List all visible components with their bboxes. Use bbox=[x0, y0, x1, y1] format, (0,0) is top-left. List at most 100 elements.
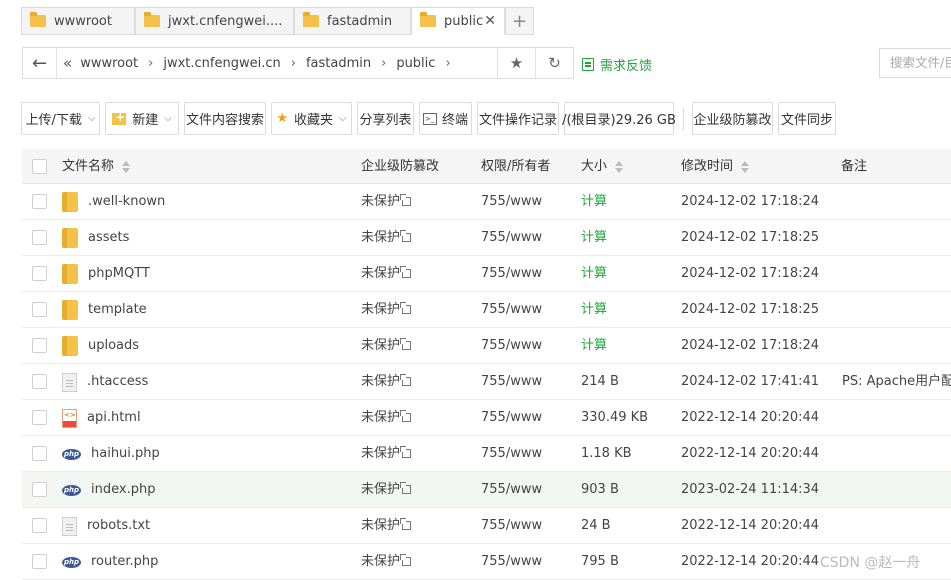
feedback-link[interactable]: 需求反馈 bbox=[582, 55, 652, 74]
tamper-status[interactable]: 未保护 bbox=[361, 328, 412, 364]
upload-download-button[interactable]: 上传/下载 ⌵ bbox=[21, 102, 100, 135]
share-list-button[interactable]: 分享列表 bbox=[357, 102, 414, 135]
tab-fastadmin[interactable]: fastadmin bbox=[294, 7, 411, 35]
tamper-status[interactable]: 未保护 bbox=[361, 256, 412, 292]
select-all-checkbox[interactable] bbox=[32, 159, 47, 174]
file-name[interactable]: .htaccess bbox=[87, 364, 148, 400]
tamper-status[interactable]: 未保护 bbox=[361, 544, 412, 580]
file-name-cell[interactable]: php router.php bbox=[62, 544, 158, 580]
table-row[interactable]: php index.php 未保护 755/www 903 B 2023-02-24 11… bbox=[22, 472, 951, 508]
file-name-cell[interactable]: uploads bbox=[62, 328, 139, 364]
terminal-button[interactable]: >_ 终端 bbox=[419, 102, 472, 135]
favorite-button[interactable]: ★ bbox=[497, 48, 535, 78]
table-row[interactable]: .well-known 未保护 755/www 计算 2024-12-02 17:18:… bbox=[22, 184, 951, 220]
tamper-status[interactable]: 未保护 bbox=[361, 508, 412, 544]
calculate-size-link[interactable]: 计算 bbox=[581, 292, 607, 328]
permission[interactable]: 755/www bbox=[481, 292, 542, 328]
file-name[interactable]: index.php bbox=[91, 472, 155, 508]
table-row[interactable]: api.html 未保护 755/www 330.49 KB 2022-12-14 20… bbox=[22, 400, 951, 436]
permission[interactable]: 755/www bbox=[481, 220, 542, 256]
row-checkbox[interactable] bbox=[32, 446, 47, 461]
file-name-cell[interactable]: assets bbox=[62, 220, 129, 256]
file-name-cell[interactable]: .well-known bbox=[62, 184, 165, 220]
operation-log-button[interactable]: 文件操作记录 bbox=[477, 102, 559, 135]
file-name-cell[interactable]: php haihui.php bbox=[62, 436, 160, 472]
file-name[interactable]: robots.txt bbox=[87, 508, 150, 544]
header-name[interactable]: 文件名称 bbox=[62, 149, 131, 184]
file-name[interactable]: assets bbox=[88, 220, 129, 256]
table-row[interactable]: uploads 未保护 755/www 计算 2024-12-02 17:18:24 bbox=[22, 328, 951, 364]
tamper-status[interactable]: 未保护 bbox=[361, 472, 412, 508]
tamper-button[interactable]: 企业级防篡改 bbox=[692, 102, 773, 135]
permission[interactable]: 755/www bbox=[481, 436, 542, 472]
tamper-status[interactable]: 未保护 bbox=[361, 436, 412, 472]
row-checkbox[interactable] bbox=[32, 518, 47, 533]
breadcrumb-item[interactable]: wwwroot bbox=[80, 56, 138, 71]
header-mtime[interactable]: 修改时间 bbox=[681, 149, 750, 184]
file-name-cell[interactable]: phpMQTT bbox=[62, 256, 150, 292]
table-row[interactable]: .htaccess 未保护 755/www 214 B 2024-12-02 17:41… bbox=[22, 364, 951, 400]
permission[interactable]: 755/www bbox=[481, 544, 542, 580]
table-row[interactable]: phpMQTT 未保护 755/www 计算 2024-12-02 17:18:24 bbox=[22, 256, 951, 292]
search-input[interactable]: 搜索文件/目录 bbox=[879, 48, 951, 78]
calculate-size-link[interactable]: 计算 bbox=[581, 220, 607, 256]
file-name[interactable]: router.php bbox=[91, 544, 158, 580]
tamper-status[interactable]: 未保护 bbox=[361, 292, 412, 328]
breadcrumb-item[interactable]: public bbox=[396, 56, 435, 71]
row-checkbox[interactable] bbox=[32, 338, 47, 353]
row-checkbox[interactable] bbox=[32, 482, 47, 497]
row-checkbox[interactable] bbox=[32, 374, 47, 389]
table-row[interactable]: robots.txt 未保护 755/www 24 B 2022-12-14 20:20… bbox=[22, 508, 951, 544]
permission[interactable]: 755/www bbox=[481, 400, 542, 436]
table-row[interactable]: php haihui.php 未保护 755/www 1.18 KB 2022-12-14… bbox=[22, 436, 951, 472]
file-name-cell[interactable]: api.html bbox=[62, 400, 141, 436]
row-checkbox[interactable] bbox=[32, 410, 47, 425]
tab-jwxt[interactable]: jwxt.cnfengwei.... bbox=[135, 7, 294, 35]
row-checkbox[interactable] bbox=[32, 302, 47, 317]
double-chevron-left-icon[interactable]: « bbox=[63, 54, 72, 72]
file-name-cell[interactable]: .htaccess bbox=[62, 364, 148, 400]
tab-public[interactable]: public ✕ bbox=[411, 7, 505, 35]
table-row[interactable]: template 未保护 755/www 计算 2024-12-02 17:18:25 bbox=[22, 292, 951, 328]
add-tab-button[interactable]: + bbox=[505, 7, 534, 35]
calculate-size-link[interactable]: 计算 bbox=[581, 328, 607, 364]
file-name-cell[interactable]: robots.txt bbox=[62, 508, 150, 544]
row-checkbox[interactable] bbox=[32, 194, 47, 209]
file-name[interactable]: .well-known bbox=[88, 184, 165, 220]
close-icon[interactable]: ✕ bbox=[484, 13, 496, 29]
header-size[interactable]: 大小 bbox=[581, 149, 624, 184]
new-button[interactable]: 新建 ⌵ bbox=[105, 102, 179, 135]
refresh-button[interactable]: ↻ bbox=[535, 48, 573, 78]
file-sync-button[interactable]: 文件同步 bbox=[778, 102, 836, 135]
table-row[interactable]: assets 未保护 755/www 计算 2024-12-02 17:18:25 bbox=[22, 220, 951, 256]
tab-wwwroot[interactable]: wwwroot bbox=[21, 7, 135, 35]
table-row[interactable]: php router.php 未保护 755/www 795 B 2022-12-14 2… bbox=[22, 544, 951, 580]
favorites-button[interactable]: ★ 收藏夹 ⌵ bbox=[271, 102, 352, 135]
permission[interactable]: 755/www bbox=[481, 472, 542, 508]
calculate-size-link[interactable]: 计算 bbox=[581, 256, 607, 292]
row-checkbox[interactable] bbox=[32, 554, 47, 569]
breadcrumb-item[interactable]: fastadmin bbox=[306, 56, 371, 71]
tamper-status[interactable]: 未保护 bbox=[361, 184, 412, 220]
permission[interactable]: 755/www bbox=[481, 256, 542, 292]
calculate-size-link[interactable]: 计算 bbox=[581, 184, 607, 220]
file-name-cell[interactable]: template bbox=[62, 292, 147, 328]
breadcrumb-item[interactable]: jwxt.cnfengwei.cn bbox=[163, 56, 280, 71]
tamper-status[interactable]: 未保护 bbox=[361, 400, 412, 436]
permission[interactable]: 755/www bbox=[481, 364, 542, 400]
file-name[interactable]: phpMQTT bbox=[88, 256, 150, 292]
tamper-status[interactable]: 未保护 bbox=[361, 364, 412, 400]
file-name[interactable]: haihui.php bbox=[91, 436, 160, 472]
row-checkbox[interactable] bbox=[32, 266, 47, 281]
row-checkbox[interactable] bbox=[32, 230, 47, 245]
root-disk-button[interactable]: /(根目录)29.26 GB bbox=[562, 102, 676, 135]
back-button[interactable]: ← bbox=[23, 48, 57, 78]
tamper-status[interactable]: 未保护 bbox=[361, 220, 412, 256]
file-name[interactable]: template bbox=[88, 292, 147, 328]
permission[interactable]: 755/www bbox=[481, 184, 542, 220]
permission[interactable]: 755/www bbox=[481, 508, 542, 544]
file-note[interactable]: PS: Apache用户配置 bbox=[842, 364, 951, 400]
file-name[interactable]: api.html bbox=[87, 400, 141, 436]
file-name[interactable]: uploads bbox=[88, 328, 139, 364]
permission[interactable]: 755/www bbox=[481, 328, 542, 364]
